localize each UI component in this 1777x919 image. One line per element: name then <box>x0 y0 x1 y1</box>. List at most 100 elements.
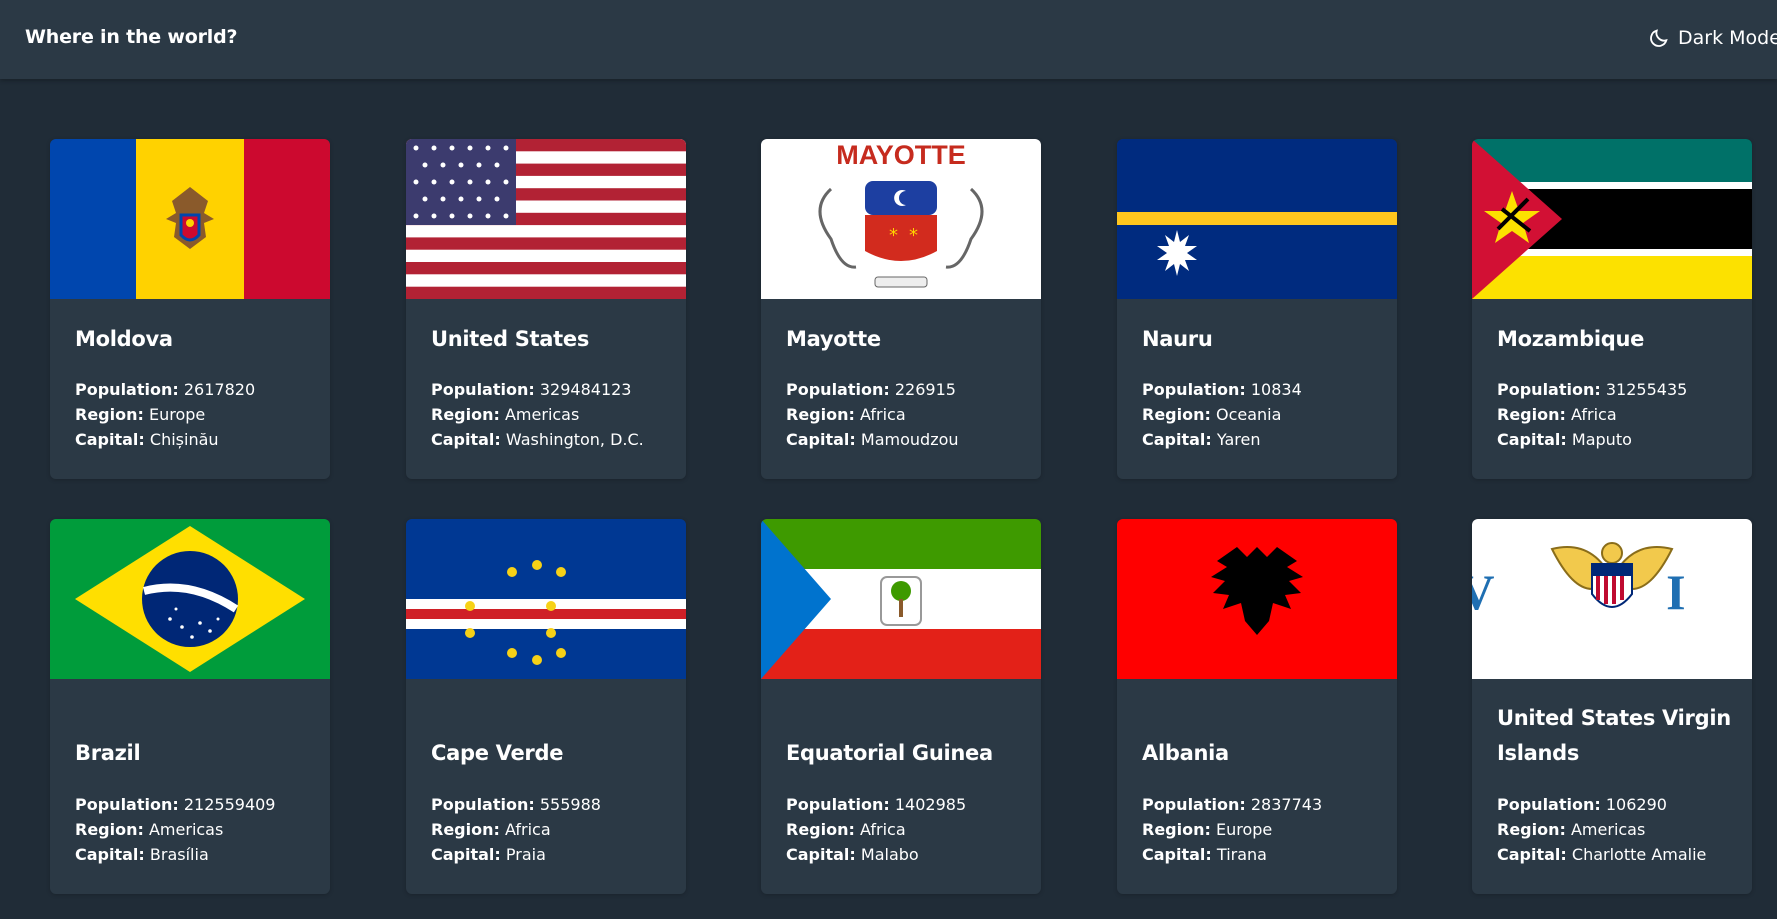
capital-line: Capital: Charlotte Amalie <box>1497 842 1744 867</box>
country-facts: Population: 2617820 Region: Europe Capit… <box>75 377 322 452</box>
albania-flag <box>1117 519 1397 679</box>
country-card-nauru[interactable]: Nauru Population: 10834 Region: Oceania … <box>1117 139 1397 479</box>
region-value: Africa <box>859 820 906 839</box>
app-title: Where in the world? <box>25 26 238 48</box>
region-label: Region: <box>75 405 144 424</box>
country-name: Equatorial Guinea <box>786 741 993 765</box>
region-label: Region: <box>1497 405 1566 424</box>
population-line: Population: 555988 <box>431 792 678 817</box>
capital-line: Capital: Tirana <box>1142 842 1389 867</box>
svg-text:*: * <box>909 225 918 246</box>
mayotte-flag: MAYOTTE * * <box>761 139 1041 299</box>
country-card-mozambique[interactable]: Mozambique Population: 31255435 Region: … <box>1472 139 1752 479</box>
population-line: Population: 31255435 <box>1497 377 1744 402</box>
region-value: Oceania <box>1215 405 1282 424</box>
top-bar: Where in the world? Dark Mode <box>0 0 1777 79</box>
region-value: Europe <box>148 405 206 424</box>
population-label: Population: <box>431 380 535 399</box>
population-label: Population: <box>786 795 890 814</box>
region-value: Africa <box>504 820 551 839</box>
region-value: Americas <box>148 820 224 839</box>
country-card-mayotte[interactable]: MAYOTTE * * Mayotte Population: 226915 R… <box>761 139 1041 479</box>
population-line: Population: 106290 <box>1497 792 1744 817</box>
region-value: Africa <box>859 405 906 424</box>
country-card-albania[interactable]: Albania Population: 2837743 Region: Euro… <box>1117 519 1397 894</box>
capital-line: Capital: Brasília <box>75 842 322 867</box>
country-card-united-states[interactable]: United States Population: 329484123 Regi… <box>406 139 686 479</box>
population-value: 2837743 <box>1250 795 1323 814</box>
region-line: Region: Americas <box>1497 817 1744 842</box>
united-states-flag <box>406 139 686 299</box>
capital-label: Capital: <box>1142 845 1212 864</box>
capital-value: Mamoudzou <box>860 430 959 449</box>
capital-label: Capital: <box>786 845 856 864</box>
population-value: 226915 <box>894 380 956 399</box>
region-line: Region: Africa <box>1497 402 1744 427</box>
population-line: Population: 2837743 <box>1142 792 1389 817</box>
capital-value: Charlotte Amalie <box>1571 845 1707 864</box>
population-value: 106290 <box>1605 795 1667 814</box>
population-label: Population: <box>786 380 890 399</box>
country-name: Albania <box>1142 741 1229 765</box>
region-line: Region: Europe <box>75 402 322 427</box>
dark-mode-label: Dark Mode <box>1678 27 1777 49</box>
population-label: Population: <box>431 795 535 814</box>
country-facts: Population: 226915 Region: Africa Capita… <box>786 377 1033 452</box>
country-card-moldova[interactable]: Moldova Population: 2617820 Region: Euro… <box>50 139 330 479</box>
country-facts: Population: 10834 Region: Oceania Capita… <box>1142 377 1389 452</box>
country-facts: Population: 31255435 Region: Africa Capi… <box>1497 377 1744 452</box>
capital-line: Capital: Washington, D.C. <box>431 427 678 452</box>
population-label: Population: <box>1142 380 1246 399</box>
population-line: Population: 212559409 <box>75 792 322 817</box>
country-card-equatorial-guinea[interactable]: Equatorial Guinea Population: 1402985 Re… <box>761 519 1041 894</box>
us-virgin-islands-flag-letters: V I <box>1472 564 1752 620</box>
country-name: Moldova <box>75 327 173 351</box>
region-label: Region: <box>1142 405 1211 424</box>
country-facts: Population: 1402985 Region: Africa Capit… <box>786 792 1033 867</box>
country-name: Mozambique <box>1497 327 1645 351</box>
country-card-brazil[interactable]: Brazil Population: 212559409 Region: Ame… <box>50 519 330 894</box>
capital-line: Capital: Praia <box>431 842 678 867</box>
population-label: Population: <box>1497 795 1601 814</box>
country-card-us-virgin-islands[interactable]: V I United States Virgin Islands Populat… <box>1472 519 1752 894</box>
country-card-cape-verde[interactable]: Cape Verde Population: 555988 Region: Af… <box>406 519 686 894</box>
country-name: Mayotte <box>786 327 881 351</box>
region-line: Region: Africa <box>431 817 678 842</box>
capital-value: Washington, D.C. <box>505 430 644 449</box>
capital-line: Capital: Maputo <box>1497 427 1744 452</box>
capital-label: Capital: <box>1142 430 1212 449</box>
population-value: 555988 <box>539 795 601 814</box>
population-label: Population: <box>75 380 179 399</box>
country-facts: Population: 329484123 Region: Americas C… <box>431 377 678 452</box>
population-line: Population: 2617820 <box>75 377 322 402</box>
nauru-flag <box>1117 139 1397 299</box>
capital-value: Chișinău <box>149 430 219 449</box>
dark-mode-toggle[interactable]: Dark Mode <box>1648 22 1777 54</box>
region-line: Region: Oceania <box>1142 402 1389 427</box>
population-label: Population: <box>1497 380 1601 399</box>
region-label: Region: <box>786 405 855 424</box>
region-label: Region: <box>1142 820 1211 839</box>
country-facts: Population: 212559409 Region: Americas C… <box>75 792 322 867</box>
population-line: Population: 329484123 <box>431 377 678 402</box>
population-label: Population: <box>75 795 179 814</box>
region-line: Region: Europe <box>1142 817 1389 842</box>
population-value: 329484123 <box>539 380 632 399</box>
moon-icon <box>1650 29 1668 47</box>
region-line: Region: Americas <box>75 817 322 842</box>
country-name: United States Virgin Islands <box>1497 706 1731 765</box>
capital-label: Capital: <box>1497 430 1567 449</box>
capital-value: Maputo <box>1571 430 1632 449</box>
equatorial-guinea-flag <box>761 519 1041 679</box>
region-value: Europe <box>1215 820 1273 839</box>
cape-verde-flag <box>406 519 686 679</box>
country-name: United States <box>431 327 590 351</box>
region-label: Region: <box>431 405 500 424</box>
capital-value: Praia <box>505 845 546 864</box>
population-value: 10834 <box>1250 380 1302 399</box>
region-label: Region: <box>1497 820 1566 839</box>
mayotte-flag-text: MAYOTTE <box>836 140 966 170</box>
population-line: Population: 10834 <box>1142 377 1389 402</box>
region-value: Americas <box>1570 820 1646 839</box>
brazil-flag <box>50 519 330 679</box>
